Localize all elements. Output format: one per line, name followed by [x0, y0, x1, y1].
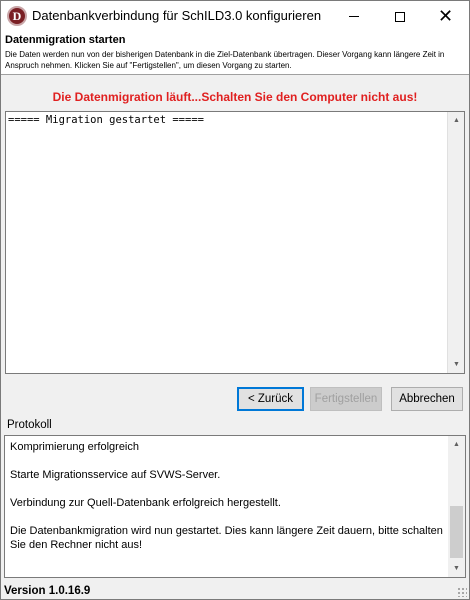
protocol-label: Protokoll — [7, 419, 52, 431]
scroll-down-icon[interactable]: ▼ — [448, 560, 465, 577]
protocol-line: Starte Migrationsservice auf SVWS-Server… — [10, 469, 221, 481]
maximize-icon — [394, 11, 405, 22]
app-icon-letter: D — [12, 8, 22, 23]
page-description: Die Daten werden nun von der bisherigen … — [5, 50, 445, 70]
title-bar[interactable]: D Datenbankverbindung für SchILD3.0 konf… — [1, 1, 469, 32]
window-title: Datenbankverbindung für SchILD3.0 konfig… — [32, 8, 322, 23]
version-label: Version 1.0.16.9 — [4, 585, 91, 597]
maximize-button[interactable] — [377, 1, 422, 32]
scroll-up-icon[interactable]: ▲ — [448, 436, 465, 453]
migration-log-textarea[interactable]: ===== Migration gestartet ===== ▲ ▼ — [5, 111, 465, 374]
minimize-button[interactable] — [331, 1, 376, 32]
wizard-window: D Datenbankverbindung für SchILD3.0 konf… — [0, 0, 470, 600]
migration-log-scrollbar[interactable]: ▲ ▼ — [447, 112, 464, 373]
scroll-down-icon[interactable]: ▼ — [448, 356, 465, 373]
finish-button[interactable]: Fertigstellen — [310, 387, 382, 411]
close-icon: ✕ — [437, 5, 454, 27]
protocol-line: Verbindung zur Quell-Datenbank erfolgrei… — [10, 497, 281, 509]
close-button[interactable]: ✕ — [423, 1, 468, 32]
protocol-textarea[interactable]: Komprimierung erfolgreich Starte Migrati… — [4, 435, 466, 578]
cancel-button[interactable]: Abbrechen — [391, 387, 463, 411]
app-icon[interactable]: D — [7, 6, 27, 26]
page-title: Datenmigration starten — [5, 34, 126, 46]
back-button[interactable]: < Zurück — [237, 387, 304, 411]
minimize-icon — [348, 16, 359, 17]
resize-grip-icon[interactable] — [457, 587, 467, 597]
protocol-line: Die Datenbankmigration wird nun gestarte… — [10, 525, 443, 551]
migration-warning: Die Datenmigration läuft...Schalten Sie … — [52, 90, 418, 104]
migration-log-text: ===== Migration gestartet ===== — [8, 114, 204, 126]
protocol-line: Komprimierung erfolgreich — [10, 441, 139, 453]
protocol-scrollbar[interactable]: ▲ ▼ — [448, 436, 465, 577]
scroll-up-icon[interactable]: ▲ — [448, 112, 465, 129]
wizard-header: Datenmigration starten Die Daten werden … — [1, 32, 469, 75]
protocol-lines: Komprimierung erfolgreich Starte Migrati… — [10, 440, 448, 566]
scrollbar-thumb[interactable] — [450, 506, 463, 558]
